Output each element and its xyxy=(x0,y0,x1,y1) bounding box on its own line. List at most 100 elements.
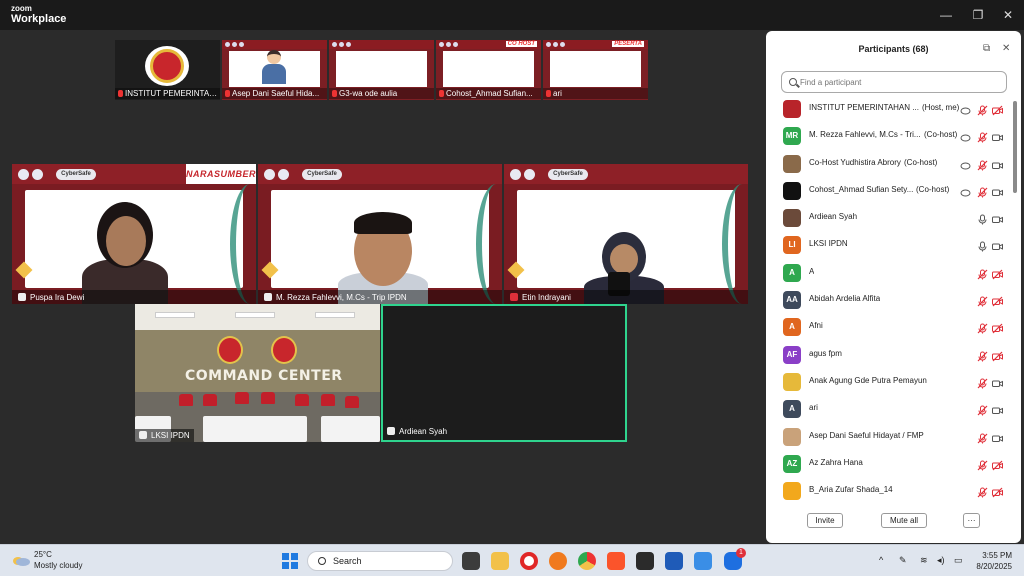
participant-row[interactable]: AZ Az Zahra Hana xyxy=(766,450,1014,477)
sticky-notes-icon[interactable] xyxy=(636,552,654,570)
tray-chevron-icon[interactable]: ^ xyxy=(879,555,883,565)
camera-off-icon[interactable] xyxy=(992,294,1003,307)
file-explorer-icon[interactable] xyxy=(491,552,509,570)
search-input[interactable] xyxy=(800,74,1000,90)
popout-icon[interactable]: ⧉ xyxy=(983,43,990,54)
participant-row[interactable]: Aari xyxy=(766,395,1014,422)
avatar xyxy=(783,154,801,173)
windows-start-icon[interactable] xyxy=(282,553,298,569)
mic-muted-icon[interactable] xyxy=(977,349,988,362)
filmstrip-tile[interactable]: CO HOST Cohost_Ahmad Sufian... xyxy=(436,40,541,100)
wifi-icon[interactable]: ≋ xyxy=(920,555,928,566)
mic-muted-icon[interactable] xyxy=(977,485,988,498)
opera-icon[interactable] xyxy=(520,552,538,570)
mic-muted-icon[interactable] xyxy=(977,267,988,280)
video-tile[interactable]: CyberSafe M. Rezza Fahlevvi, M.Cs - Trip… xyxy=(258,164,502,304)
camera-off-icon[interactable] xyxy=(992,349,1003,362)
zoom-app-icon[interactable]: 1 xyxy=(724,548,746,570)
camera-off-icon[interactable] xyxy=(992,267,1003,280)
mute-all-button[interactable]: Mute all xyxy=(881,513,927,528)
participant-row[interactable]: Ardiean Syah xyxy=(766,204,1014,231)
mic-muted-icon[interactable] xyxy=(977,103,988,116)
mic-muted-icon xyxy=(332,90,337,97)
active-speaker-tile[interactable]: Ardiean Syah xyxy=(381,304,627,442)
chrome-icon[interactable] xyxy=(578,552,596,570)
camera-icon[interactable] xyxy=(992,376,1003,387)
camera-icon[interactable] xyxy=(992,130,1003,142)
taskbar: 25°C Mostly cloudy Search 1 ^ ✎ ≋ ◂) ▭ 3… xyxy=(0,544,1024,576)
mic-muted-icon[interactable] xyxy=(977,403,988,416)
close-panel-icon[interactable]: ✕ xyxy=(1002,43,1010,54)
filmstrip-tile[interactable]: PESERTA ari xyxy=(543,40,648,100)
scrollbar[interactable] xyxy=(1013,101,1017,193)
participant-row[interactable]: Asep Dani Saeful Hidayat / FMP xyxy=(766,423,1014,450)
cybersafe-logo: CyberSafe xyxy=(56,169,96,180)
participant-name: INSTITUT PEMERINTAHAN ... xyxy=(809,103,919,112)
participant-row[interactable]: AA xyxy=(766,259,1014,286)
mic-icon[interactable] xyxy=(977,239,988,252)
video-tile[interactable]: COMMAND CENTER LKSI IPDN xyxy=(135,304,380,442)
firefox-icon[interactable] xyxy=(549,552,567,570)
taskbar-search[interactable]: Search xyxy=(307,551,453,571)
participant-row[interactable]: Co-Host Yudhistira Abrory (Co-host) xyxy=(766,150,1014,177)
word-icon[interactable] xyxy=(665,552,683,570)
tile-name: INSTITUT PEMERINTAH... xyxy=(115,88,220,99)
video-tile[interactable]: CyberSafe NARASUMBER Puspa Ira Dewi xyxy=(12,164,256,304)
participant-row[interactable]: Anak Agung Gde Putra Pemayun xyxy=(766,368,1014,395)
mic-muted-icon[interactable] xyxy=(977,376,988,389)
volume-icon[interactable]: ◂) xyxy=(937,555,945,566)
camera-icon[interactable] xyxy=(992,158,1003,169)
mic-muted-icon[interactable] xyxy=(977,321,988,334)
mic-muted-icon[interactable] xyxy=(977,158,988,171)
notification-badge: 1 xyxy=(736,548,746,558)
participant-row[interactable]: A Afni xyxy=(766,313,1014,340)
task-view-icon[interactable] xyxy=(462,552,480,570)
mic-muted-icon[interactable] xyxy=(977,458,988,471)
camera-icon[interactable] xyxy=(992,185,1003,196)
participant-name: Ardiean Syah xyxy=(385,425,447,438)
participant-row[interactable]: Cohost_Ahmad Sufian Sety... (Co-host) xyxy=(766,177,1014,204)
avatar: AZ xyxy=(783,454,801,473)
taskbar-search-label: Search xyxy=(333,556,362,566)
camera-icon[interactable] xyxy=(992,431,1003,442)
close-button[interactable]: ✕ xyxy=(992,0,1024,30)
camera-icon[interactable] xyxy=(992,212,1003,224)
filmstrip-tile[interactable]: INSTITUT PEMERINTAH... xyxy=(115,40,220,100)
brave-icon[interactable] xyxy=(607,552,625,570)
invite-button[interactable]: Invite xyxy=(807,513,843,528)
video-tile[interactable]: CyberSafe Etin Indrayani xyxy=(504,164,748,304)
clock[interactable]: 3:55 PM 8/20/2025 xyxy=(972,550,1012,572)
mic-muted-icon[interactable] xyxy=(977,431,988,444)
search-icon xyxy=(318,557,326,565)
battery-icon[interactable]: ▭ xyxy=(954,555,963,566)
mic-muted-icon[interactable] xyxy=(977,130,988,143)
weather-desc: Mostly cloudy xyxy=(34,561,83,570)
filmstrip-tile[interactable]: G3-wa ode aulia xyxy=(329,40,434,100)
camera-icon[interactable] xyxy=(992,239,1003,251)
search-icon xyxy=(789,78,797,86)
participant-row[interactable]: INSTITUT PEMERINTAHAN ... (Host, me) xyxy=(766,95,1014,122)
role-tag: CO HOST xyxy=(505,41,537,47)
camera-off-icon[interactable] xyxy=(992,485,1003,498)
participant-search[interactable] xyxy=(781,71,1007,93)
mic-muted-icon[interactable] xyxy=(977,294,988,307)
notepad-icon[interactable] xyxy=(694,552,712,570)
camera-off-icon[interactable] xyxy=(992,458,1003,471)
more-options-button[interactable]: ··· xyxy=(963,513,980,528)
restore-button[interactable]: ❐ xyxy=(962,0,994,30)
participant-name: M. Rezza Fahlevvi, M.Cs - Tri... xyxy=(809,130,921,140)
participant-row[interactable]: B_Aria Zufar Shada_14 xyxy=(766,477,1014,504)
camera-off-icon[interactable] xyxy=(992,321,1003,334)
participant-name: ari xyxy=(809,403,818,413)
participant-row[interactable]: MR M. Rezza Fahlevvi, M.Cs - Tri... (Co-ho… xyxy=(766,122,1014,149)
filmstrip-tile[interactable]: Asep Dani Saeful Hida... xyxy=(222,40,327,100)
mic-muted-icon[interactable] xyxy=(977,185,988,198)
camera-icon[interactable] xyxy=(992,403,1003,415)
participant-row[interactable]: LI LKSI IPDN xyxy=(766,231,1014,258)
participant-row[interactable]: AF agus fpm xyxy=(766,341,1014,368)
minimize-button[interactable]: — xyxy=(930,0,962,30)
mic-icon[interactable] xyxy=(977,212,988,225)
camera-off-icon[interactable] xyxy=(992,103,1003,116)
participant-row[interactable]: AA Abidah Ardelia Alfita xyxy=(766,286,1014,313)
pen-icon[interactable]: ✎ xyxy=(899,555,907,566)
